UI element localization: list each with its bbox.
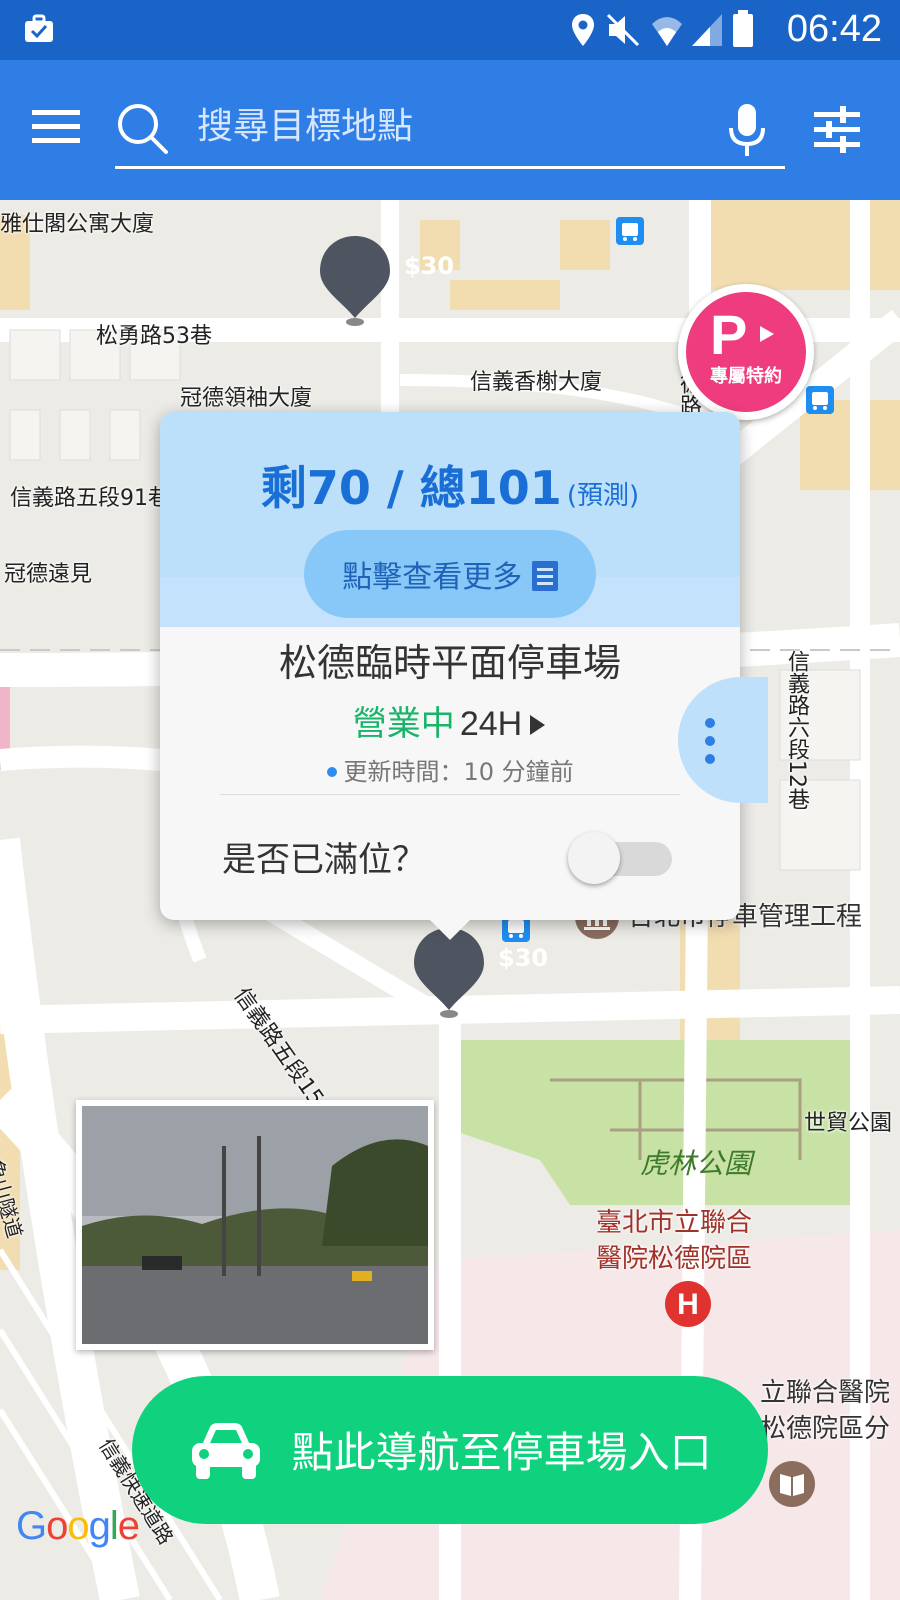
availability-note: (預測) — [566, 481, 640, 511]
book-icon[interactable] — [768, 1460, 816, 1508]
svg-text:P: P — [710, 304, 747, 360]
parking-info-card[interactable]: 剩70 / 總101 (預測) 點擊查看更多 松德臨時平面停車場 營業中 24H… — [160, 412, 768, 940]
bullet-dot-icon — [327, 767, 338, 777]
map-label: 松勇路53巷 — [96, 324, 212, 349]
play-arrow-icon — [530, 715, 546, 735]
hospital-label-line2: 醫院松德院區 — [596, 1244, 753, 1274]
reservation-label: 專屬特約 — [710, 366, 782, 387]
more-vertical-icon — [705, 718, 715, 764]
update-time: 更新時間：10 分鐘前 — [343, 758, 574, 786]
map-label: 冠德遠見 — [4, 562, 93, 587]
card-pointer — [428, 918, 472, 940]
hours-row[interactable]: 營業中 24H — [160, 696, 740, 745]
status-bar: 06:42 — [0, 0, 900, 60]
map-label: 信義香榭大廈 — [470, 370, 603, 395]
signal-icon — [692, 14, 722, 46]
mute-icon — [606, 13, 640, 47]
google-logo: Google — [16, 1504, 140, 1548]
full-toggle-knob[interactable] — [568, 832, 620, 884]
map-label: 信義路六段12巷 — [784, 650, 809, 810]
search-underline — [115, 166, 785, 169]
map-label: 冠德領袖大廈 — [180, 386, 313, 411]
street-view-thumbnail[interactable] — [76, 1100, 434, 1350]
svg-text:H: H — [677, 1288, 699, 1321]
menu-icon[interactable] — [32, 108, 82, 146]
bus-stop-icon[interactable] — [616, 217, 644, 245]
price-label: $30 — [403, 252, 455, 280]
street-view-photo — [82, 1106, 428, 1344]
price-label: $30 — [497, 944, 549, 972]
availability-row: 剩70 / 總101 (預測) — [160, 452, 740, 518]
briefcase-icon — [25, 14, 53, 42]
map-label: 立聯合醫院 — [760, 1378, 891, 1408]
update-row: 更新時間：10 分鐘前 — [160, 752, 740, 787]
car-icon — [192, 1423, 261, 1479]
divider — [220, 794, 680, 795]
parking-icon: P — [710, 304, 774, 360]
pin-marker-icon — [320, 236, 390, 326]
list-icon — [531, 561, 558, 591]
reservation-badge[interactable]: P 專屬特約 — [678, 284, 814, 420]
map-label: 雅仕閣公寓大廈 — [0, 212, 155, 237]
filter-settings-icon[interactable] — [814, 104, 866, 154]
availability-count: 剩70 / 總101 — [260, 461, 562, 515]
search-icon[interactable] — [116, 102, 170, 156]
parking-lot-name: 松德臨時平面停車場 — [278, 641, 621, 685]
map-label: 世貿公園 — [804, 1111, 893, 1136]
clock: 06:42 — [786, 8, 882, 50]
open-status: 營業中 — [352, 704, 455, 744]
hospital-label-line1: 臺北市立聯合 — [596, 1208, 753, 1238]
hospital-icon[interactable]: H — [664, 1280, 712, 1328]
battery-icon — [733, 10, 753, 47]
navigate-button[interactable]: 點此導航至停車場入口 — [132, 1376, 768, 1524]
park-label: 虎林公園 — [640, 1147, 753, 1180]
app-bar — [0, 60, 900, 200]
opening-hours: 24H — [459, 705, 523, 743]
wifi-icon — [652, 17, 682, 46]
map-label: 松德院區分 — [760, 1414, 891, 1444]
navigate-label: 點此導航至停車場入口 — [291, 1428, 712, 1477]
microphone-icon[interactable] — [726, 102, 768, 158]
search-input[interactable] — [195, 90, 699, 162]
location-icon — [572, 14, 594, 46]
bus-stop-icon[interactable] — [806, 386, 834, 414]
view-more-button[interactable]: 點擊查看更多 — [304, 530, 596, 618]
price-pin-top[interactable]: $30 — [318, 234, 454, 326]
full-question-label: 是否已滿位？ — [222, 840, 426, 880]
view-more-label: 點擊查看更多 — [342, 560, 523, 595]
